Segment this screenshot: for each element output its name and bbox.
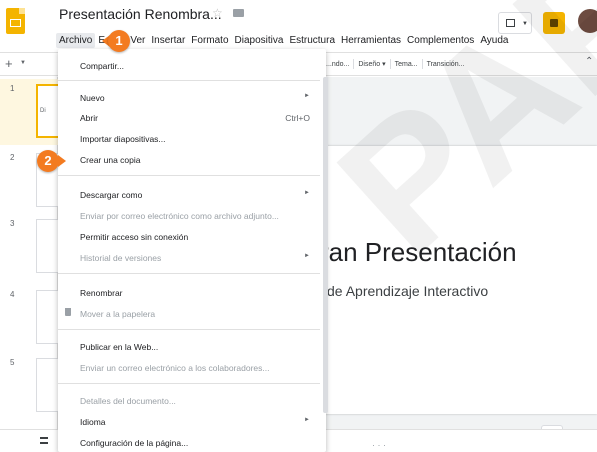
toolbar-transition-button[interactable]: Transición...: [427, 61, 465, 68]
menu-divider: [58, 329, 320, 330]
menu-divider: [58, 383, 320, 384]
filmstrip: 1 Di 2 3 4 5: [0, 77, 60, 429]
app-header: Presentación Renombra... ☆ ArchivoEditar…: [0, 0, 597, 52]
menu-ayuda[interactable]: Ayuda: [477, 33, 511, 48]
menu-item-acceso-sin-conexion[interactable]: Permitir acceso sin conexión: [58, 226, 316, 246]
thumb-number: 4: [10, 290, 15, 299]
slide-thumbnail-5[interactable]: [36, 358, 60, 412]
present-button[interactable]: ▼: [498, 12, 532, 34]
trash-icon: [65, 308, 71, 316]
menu-item-correo-colaboradores[interactable]: Enviar un correo electrónico a los colab…: [58, 357, 316, 377]
menu-estructura[interactable]: Estructura: [286, 33, 338, 48]
chevron-down-icon[interactable]: ▼: [20, 60, 26, 66]
menu-formato[interactable]: Formato: [188, 33, 231, 48]
menu-item-detalles[interactable]: Detalles del documento...: [58, 390, 316, 410]
slide-thumbnail-3[interactable]: [36, 219, 60, 273]
menu-item-nuevo[interactable]: Nuevo ►: [58, 87, 316, 107]
menu-item-configuracion[interactable]: Configuración de la página...: [58, 432, 316, 452]
toolbar-layout-button[interactable]: Diseño ▾: [358, 61, 385, 68]
share-button[interactable]: [543, 12, 565, 34]
callout-step-2: 2: [37, 150, 59, 172]
menu-item-publicar[interactable]: Publicar en la Web...: [58, 336, 316, 356]
menu-insertar[interactable]: Insertar: [148, 33, 188, 48]
menu-item-crear-copia[interactable]: Crear una copia: [58, 149, 316, 169]
shortcut-label: Ctrl+O: [285, 113, 310, 123]
star-icon[interactable]: ☆: [212, 6, 223, 20]
thumb-number: 1: [10, 84, 15, 93]
menu-item-enviar-adjunto[interactable]: Enviar por correo electrónico como archi…: [58, 205, 316, 225]
collapse-icon[interactable]: ⌃: [585, 56, 593, 67]
toolbar-items: ...ndo... Diseño ▾ Tema... Transición...: [326, 59, 468, 69]
menu-divider: [58, 80, 320, 81]
slide-title[interactable]: ran Presentación: [320, 237, 517, 268]
menu-item-abrir[interactable]: Abrir Ctrl+O: [58, 107, 316, 127]
avatar[interactable]: [578, 9, 597, 33]
menu-ver[interactable]: Ver: [127, 33, 148, 48]
thumb-number: 2: [10, 153, 15, 162]
file-menu: Compartir... Nuevo ► Abrir Ctrl+O Importar…: [58, 49, 326, 452]
new-slide-icon[interactable]: +: [5, 56, 13, 71]
menu-item-mover-papelera[interactable]: Mover a la papelera: [58, 303, 316, 323]
toolbar-theme-button[interactable]: Tema...: [395, 61, 418, 68]
menu-item-descargar[interactable]: Descargar como ►: [58, 184, 316, 204]
slide-thumbnail-1[interactable]: Di: [36, 84, 60, 138]
menu-scrollbar[interactable]: [323, 77, 328, 413]
menu-item-importar[interactable]: Importar diapositivas...: [58, 128, 316, 148]
menu-divider: [58, 273, 320, 274]
menu-herramientas[interactable]: Herramientas: [338, 33, 404, 48]
folder-icon[interactable]: [233, 9, 244, 17]
lock-icon: [550, 19, 558, 27]
menu-item-compartir[interactable]: Compartir...: [58, 55, 316, 75]
menu-item-idioma[interactable]: Idioma ►: [58, 411, 316, 431]
menu-diapositiva[interactable]: Diapositiva: [232, 33, 287, 48]
submenu-arrow-icon: ►: [304, 190, 310, 196]
thumb-number: 3: [10, 219, 15, 228]
menu-complementos[interactable]: Complementos: [404, 33, 477, 48]
present-icon: [506, 19, 515, 27]
slide-thumbnail-4[interactable]: [36, 290, 60, 344]
callout-step-1: 1: [108, 30, 130, 52]
drag-handle-icon[interactable]: · · ·: [372, 440, 386, 450]
thumb-text: Di: [40, 108, 46, 114]
submenu-arrow-icon: ►: [304, 253, 310, 259]
callout-tail: [58, 155, 66, 167]
chevron-down-icon: ▼: [522, 21, 528, 27]
menu-archivo[interactable]: Archivo: [56, 33, 96, 48]
submenu-arrow-icon: ►: [304, 417, 310, 423]
menu-divider: [58, 175, 320, 176]
menu-item-historial[interactable]: Historial de versiones ►: [58, 247, 316, 267]
toolbar-background-button[interactable]: ...ndo...: [326, 61, 349, 68]
menu-item-renombrar[interactable]: Renombrar: [58, 282, 316, 302]
slide-subtitle[interactable]: de Aprendizaje Interactivo: [327, 283, 488, 299]
document-title[interactable]: Presentación Renombra...: [59, 6, 222, 22]
thumb-number: 5: [10, 358, 15, 367]
submenu-arrow-icon: ►: [304, 93, 310, 99]
grid-view-icon[interactable]: [40, 437, 48, 444]
slides-logo-icon[interactable]: [6, 8, 25, 34]
